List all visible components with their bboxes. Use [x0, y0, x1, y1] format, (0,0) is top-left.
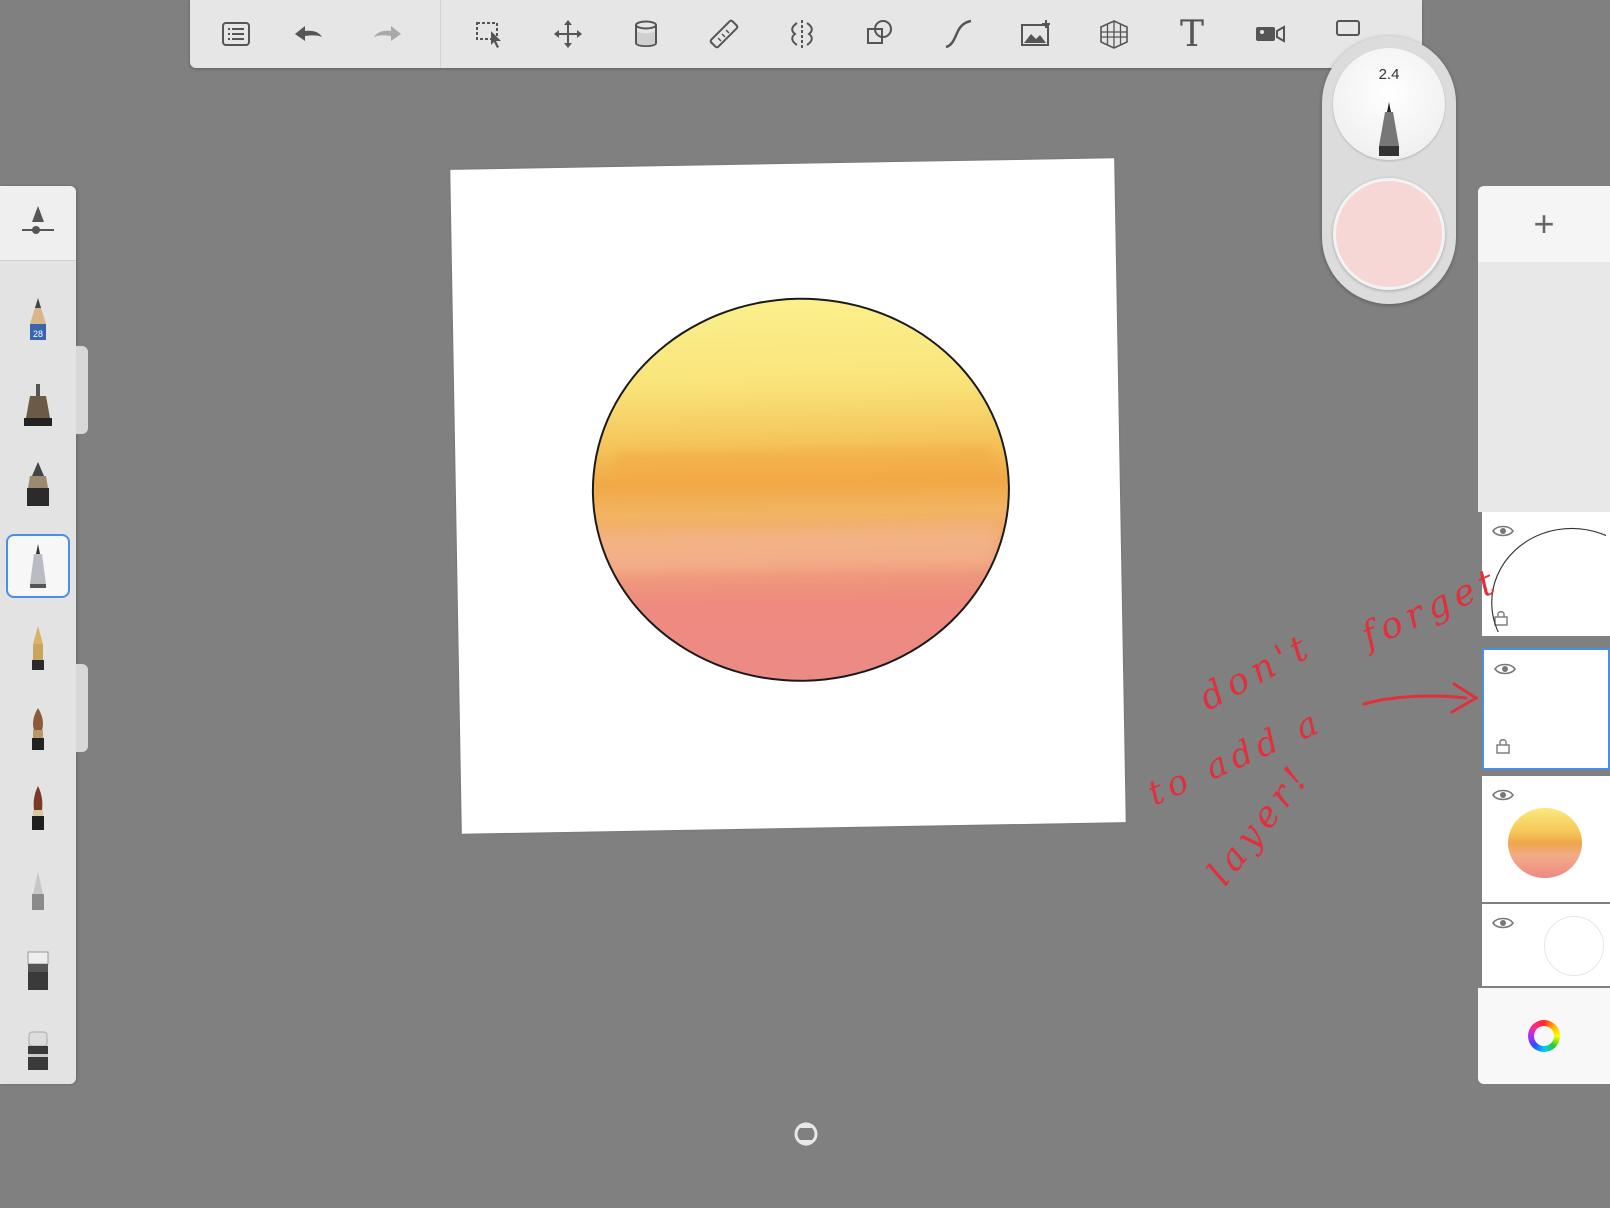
peach-band: [594, 526, 996, 574]
brush-color-disc[interactable]: [1333, 178, 1445, 290]
layer-panel-header: +: [1478, 186, 1610, 262]
text-tool-label: T: [1179, 13, 1204, 55]
top-toolbar: T: [190, 0, 1422, 68]
stroke-curve-icon[interactable]: [936, 12, 980, 56]
brush-soft-icon[interactable]: [6, 776, 70, 840]
brush-puck[interactable]: 2.4: [1322, 36, 1456, 304]
brush-ink-pen-icon[interactable]: [6, 372, 70, 436]
timelapse-camera-icon[interactable]: [1248, 12, 1292, 56]
brush-settings-button[interactable]: [0, 186, 76, 261]
note-line-4: layer!: [1199, 755, 1320, 893]
eye-icon[interactable]: [1492, 916, 1514, 930]
selection-icon[interactable]: [468, 12, 512, 56]
brush-marker-icon[interactable]: [6, 452, 70, 516]
brush-panel-scroll-handle-lower[interactable]: [76, 664, 88, 752]
brush-paint-icon[interactable]: [6, 696, 70, 760]
fineliner-tip-icon: [1379, 102, 1399, 156]
perspective-grid-icon[interactable]: [1092, 12, 1136, 56]
orange-band: [613, 446, 994, 494]
brush-fountain-pen-icon[interactable]: [6, 616, 70, 680]
sun-gradient-circle: [588, 294, 1014, 686]
add-layer-button[interactable]: +: [1478, 186, 1610, 262]
brush-fineliner-icon[interactable]: [6, 534, 70, 598]
add-image-icon[interactable]: [1014, 12, 1058, 56]
brush-size-value: 2.4: [1378, 66, 1400, 83]
note-line-2: don't: [1192, 625, 1320, 719]
lock-icon[interactable]: [1496, 738, 1510, 754]
layer-panel-empty-area: [1478, 262, 1610, 512]
note-line-3: to add a: [1141, 701, 1330, 814]
canvas-rotate-icon[interactable]: [790, 1118, 822, 1150]
brush-pencil-icon[interactable]: 28: [6, 288, 70, 352]
layer-empty-selected[interactable]: [1482, 648, 1610, 770]
layer-thumbnail-outline: [1491, 527, 1606, 632]
brush-properties-icon: [22, 206, 54, 234]
brush-airbrush-icon[interactable]: [6, 858, 70, 922]
fill-bucket-icon[interactable]: [624, 12, 668, 56]
brush-smudge-icon[interactable]: [6, 938, 70, 1002]
brush-eraser-icon[interactable]: [6, 1018, 70, 1082]
shapes-icon[interactable]: [858, 12, 902, 56]
eye-icon[interactable]: [1494, 662, 1516, 676]
layer-background[interactable]: [1482, 904, 1610, 986]
layer-thumbnail-sun: [1508, 808, 1582, 878]
layer-sun-gradient[interactable]: [1482, 776, 1610, 902]
layer-thumbnail-background: [1544, 916, 1604, 976]
brush-size-disc[interactable]: 2.4: [1333, 48, 1445, 160]
symmetry-icon[interactable]: [780, 12, 824, 56]
redo-icon[interactable]: [366, 12, 410, 56]
transform-move-icon[interactable]: [546, 12, 590, 56]
undo-icon[interactable]: [286, 12, 330, 56]
brush-palette: 28: [0, 186, 76, 1084]
drawing-canvas[interactable]: [450, 158, 1126, 834]
pencil-size-badge: 28: [33, 329, 43, 339]
text-tool-icon[interactable]: T: [1170, 12, 1214, 56]
brush-panel-scroll-handle[interactable]: [76, 346, 88, 434]
handwritten-note: forget don't to add a layer!: [1142, 560, 1530, 900]
ruler-icon[interactable]: [702, 12, 746, 56]
menu-list-icon[interactable]: [214, 12, 258, 56]
layer-outline[interactable]: [1482, 512, 1610, 636]
color-wheel-icon[interactable]: [1528, 1020, 1560, 1052]
eye-icon[interactable]: [1492, 788, 1514, 802]
layer-panel-footer: [1478, 988, 1610, 1084]
annotation-arrow: [1362, 682, 1479, 714]
toolbar-divider: [440, 0, 441, 68]
